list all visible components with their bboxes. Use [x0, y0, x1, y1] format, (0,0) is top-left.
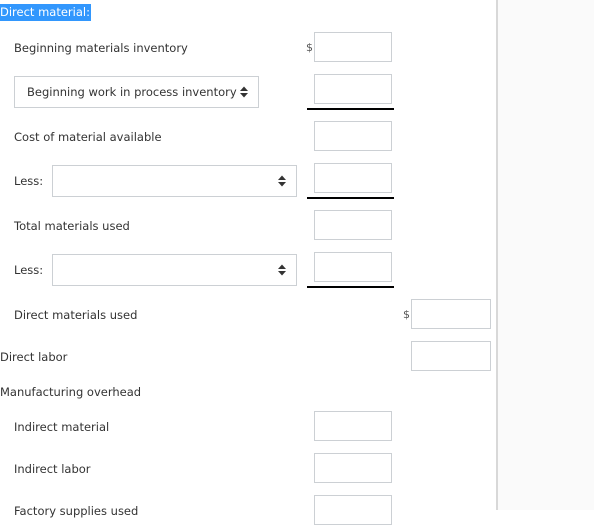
input-beginning-wip[interactable] — [314, 74, 392, 104]
subtotal-underline — [307, 197, 394, 199]
label-less-2: Less: — [14, 263, 44, 277]
label-factory-supplies-used: Factory supplies used — [14, 504, 139, 518]
input-total-materials-used[interactable] — [314, 210, 392, 240]
subtotal-underline — [307, 108, 394, 110]
input-less-2[interactable] — [314, 252, 392, 282]
label-cost-of-material-available: Cost of material available — [14, 130, 162, 144]
label-indirect-labor: Indirect labor — [14, 462, 91, 476]
label-direct-materials-used: Direct materials used — [14, 308, 138, 322]
select-beginning-wip[interactable]: Beginning work in process inventory — [14, 76, 259, 108]
input-cost-of-material-available[interactable] — [314, 121, 392, 151]
select-less-2[interactable] — [52, 254, 297, 286]
input-indirect-labor[interactable] — [314, 453, 392, 483]
up-down-caret-icon — [278, 264, 286, 276]
label-direct-labor: Direct labor — [0, 350, 68, 364]
input-beginning-materials-inventory[interactable] — [314, 32, 392, 62]
up-down-caret-icon — [240, 86, 248, 98]
input-factory-supplies-used[interactable] — [314, 495, 392, 525]
label-total-materials-used: Total materials used — [14, 219, 130, 233]
label-less-1: Less: — [14, 174, 44, 188]
subtotal-underline — [307, 286, 394, 288]
select-less-1[interactable] — [52, 165, 297, 197]
input-indirect-material[interactable] — [314, 411, 392, 441]
dollar-sign: $ — [403, 308, 410, 321]
dollar-sign: $ — [306, 41, 313, 54]
section-heading-direct-material: Direct material: — [0, 4, 91, 21]
up-down-caret-icon — [278, 175, 286, 187]
input-less-1[interactable] — [314, 163, 392, 193]
label-beginning-materials-inventory: Beginning materials inventory — [14, 41, 188, 55]
input-direct-materials-used[interactable] — [411, 299, 491, 329]
label-manufacturing-overhead: Manufacturing overhead — [0, 385, 142, 399]
label-indirect-material: Indirect material — [14, 420, 110, 434]
right-side-panel — [496, 0, 594, 510]
input-direct-labor[interactable] — [411, 341, 491, 371]
select-beginning-wip-value: Beginning work in process inventory — [27, 85, 237, 99]
